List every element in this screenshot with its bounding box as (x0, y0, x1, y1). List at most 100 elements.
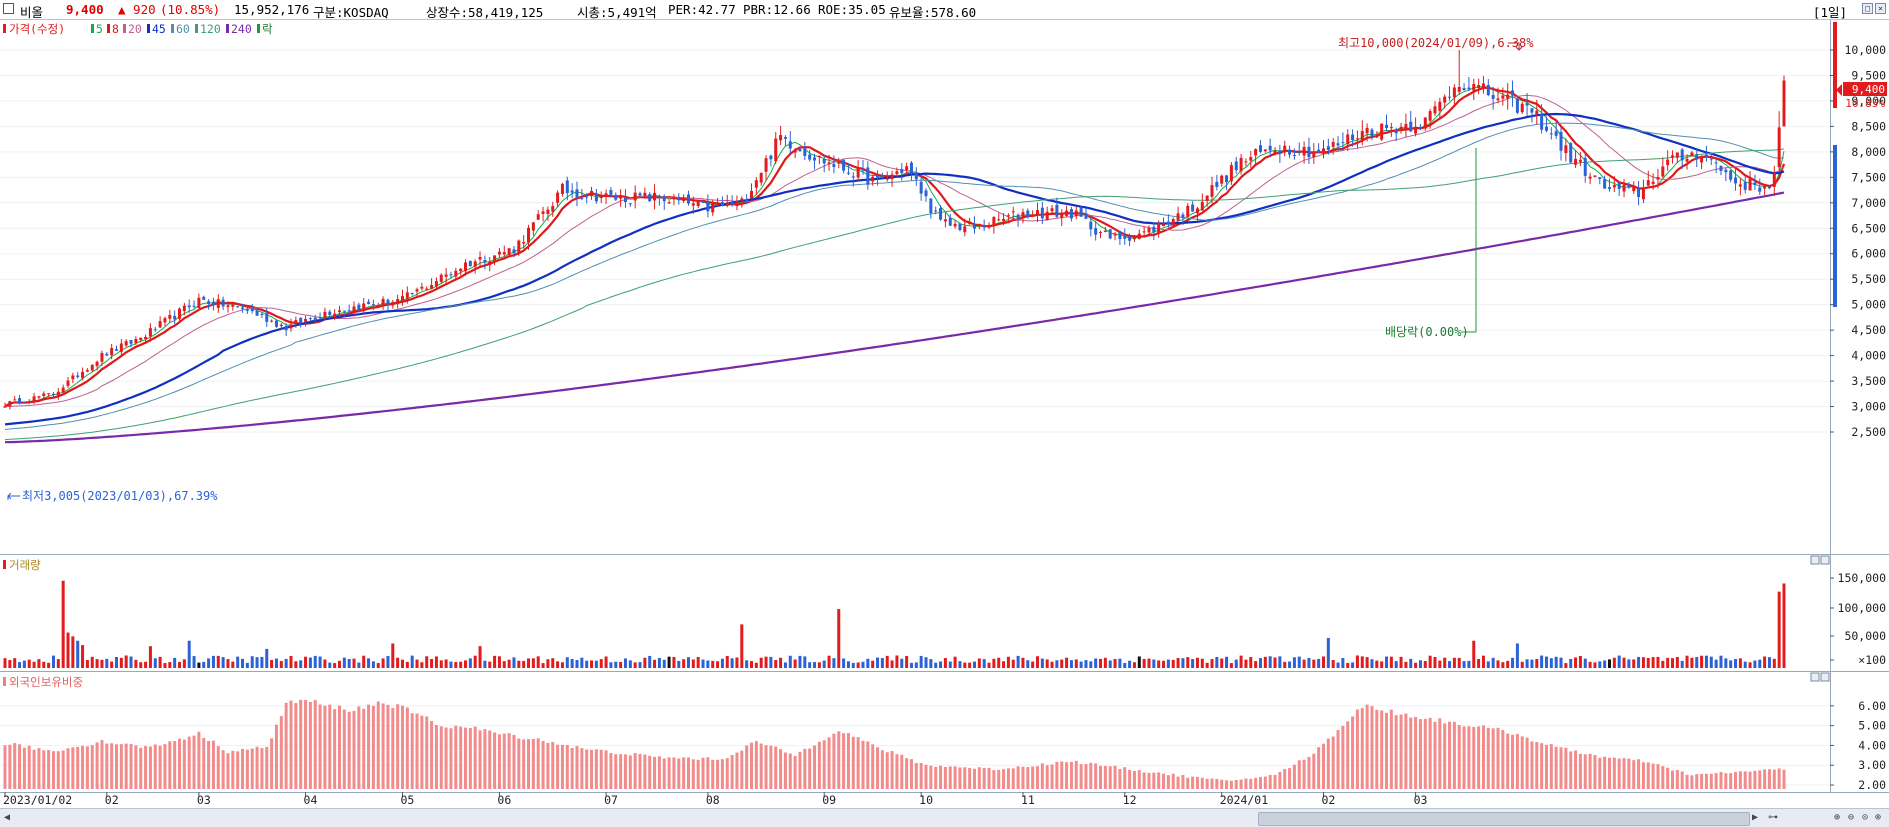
chart-scrollbar[interactable]: ◀ ▶ ⊶ ⊕ ⊖ ⊙ ⊚ (0, 808, 1889, 827)
foreign-ratio-bar (536, 738, 540, 789)
candle-body (977, 223, 981, 226)
volume-bar (1035, 656, 1040, 668)
volume-bar (439, 660, 443, 668)
zoom-out-icon[interactable]: ⊖ (1848, 812, 1854, 823)
candle-body (1283, 145, 1287, 153)
volume-bar (1200, 658, 1204, 668)
scroll-left-icon[interactable]: ◀ (4, 812, 10, 823)
volume-bar (730, 658, 734, 668)
candle-body (1685, 158, 1689, 162)
volume-bar (182, 659, 186, 668)
volume-bar (1069, 660, 1073, 668)
volume-bar (614, 661, 618, 668)
foreign-ratio-bar (522, 739, 526, 789)
foreign-ratio-bar (1734, 771, 1738, 789)
volume-bar (570, 658, 574, 668)
volume-bar (1734, 659, 1738, 668)
volume-bar (61, 580, 65, 668)
volume-panel-restore-icon[interactable] (1810, 555, 1820, 565)
volume-bar (599, 659, 603, 668)
foreign-ratio-bar (1612, 757, 1616, 789)
current-price-marker: 9,400 10.85% (1836, 82, 1887, 110)
volume-bar (357, 662, 361, 668)
volume-bar (977, 658, 981, 668)
volume-bar (1297, 656, 1301, 668)
candle-body (1103, 230, 1107, 232)
candle-body (919, 181, 923, 194)
volume-bar (410, 655, 414, 668)
foreign-ratio-bar (114, 744, 118, 789)
candle-body (987, 226, 991, 228)
foreign-ratio-bar (1292, 764, 1296, 789)
candle-body (1162, 223, 1166, 227)
volume-bar (1607, 659, 1611, 668)
candle-body (468, 260, 472, 267)
candle-body (876, 175, 880, 178)
ma60-swatch (171, 24, 174, 33)
volume-bar (507, 659, 511, 668)
volume-panel-close-icon[interactable] (1820, 555, 1830, 565)
foreign-ratio-bar (488, 730, 492, 789)
volume-bar (842, 658, 846, 668)
volume-bar (972, 661, 976, 668)
candle-body (1515, 99, 1519, 113)
candle-body (1491, 94, 1495, 99)
candle-body (793, 150, 797, 153)
foreign-ratio-bar (1385, 712, 1389, 789)
foreign-panel-close-icon[interactable] (1820, 672, 1830, 682)
volume-bar (1186, 657, 1190, 668)
zoom-fit-icon[interactable]: ⊙ (1862, 812, 1868, 823)
foreign-ratio-bar (1622, 758, 1626, 789)
candle-body (236, 306, 240, 308)
scrollbar-thumb[interactable] (1258, 812, 1750, 826)
volume-bar (1758, 659, 1762, 668)
foreign-ratio-bar (1181, 774, 1185, 789)
foreign-panel-restore-icon[interactable] (1810, 672, 1820, 682)
volume-title: 거래량 (9, 558, 41, 572)
candle-body (720, 202, 724, 206)
foreign-ratio-bar (153, 744, 157, 789)
candle-body (1171, 219, 1175, 226)
candle-body (1646, 180, 1650, 186)
candle-body (216, 299, 220, 308)
foreign-ratio-bar (1404, 713, 1408, 789)
volume-bar (1418, 660, 1422, 668)
candle-body (1258, 145, 1262, 152)
zoom-slider-icon[interactable]: ⊶ (1768, 812, 1778, 823)
foreign-ratio-bar (682, 757, 686, 789)
foreign-ratio-bar (1452, 721, 1456, 789)
volume-bar (1132, 662, 1136, 668)
zoom-in-icon[interactable]: ⊕ (1834, 812, 1840, 823)
volume-bar (1467, 660, 1471, 668)
volume-bar (667, 656, 671, 668)
high-annotation: 최고10,000(2024/01/09),6.38% (1338, 36, 1534, 50)
legend-ma60: 60 (176, 22, 190, 36)
candle-body (1612, 185, 1616, 188)
candle-body (1443, 96, 1447, 103)
volume-bar (1171, 659, 1175, 668)
volume-axis-label: 50,000 (1844, 629, 1886, 643)
candle-body (153, 329, 157, 331)
candle-body (1448, 96, 1452, 98)
foreign-ratio-bar (430, 720, 434, 789)
candle-body (1099, 232, 1103, 234)
candle-body (1317, 149, 1321, 153)
zoom-reset-icon[interactable]: ⊚ (1875, 812, 1881, 823)
foreign-ratio-bar (13, 743, 17, 789)
foreign-ratio-bar (318, 704, 322, 789)
foreign-ratio-bar (1152, 772, 1156, 789)
candle-body (255, 310, 259, 316)
candle-body (1457, 86, 1461, 92)
ma45-swatch (147, 24, 150, 33)
volume-bar (798, 655, 802, 668)
foreign-ratio-bar (822, 740, 826, 789)
candle-body (735, 200, 739, 207)
scroll-right-icon[interactable]: ▶ (1752, 812, 1758, 823)
volume-bar (1772, 658, 1776, 668)
volume-bar (1404, 661, 1408, 668)
volume-bar (657, 657, 661, 668)
candle-body (1651, 181, 1655, 184)
foreign-ratio-bar (527, 739, 531, 789)
volume-bar (556, 661, 560, 668)
foreign-ratio-bar (76, 746, 80, 789)
